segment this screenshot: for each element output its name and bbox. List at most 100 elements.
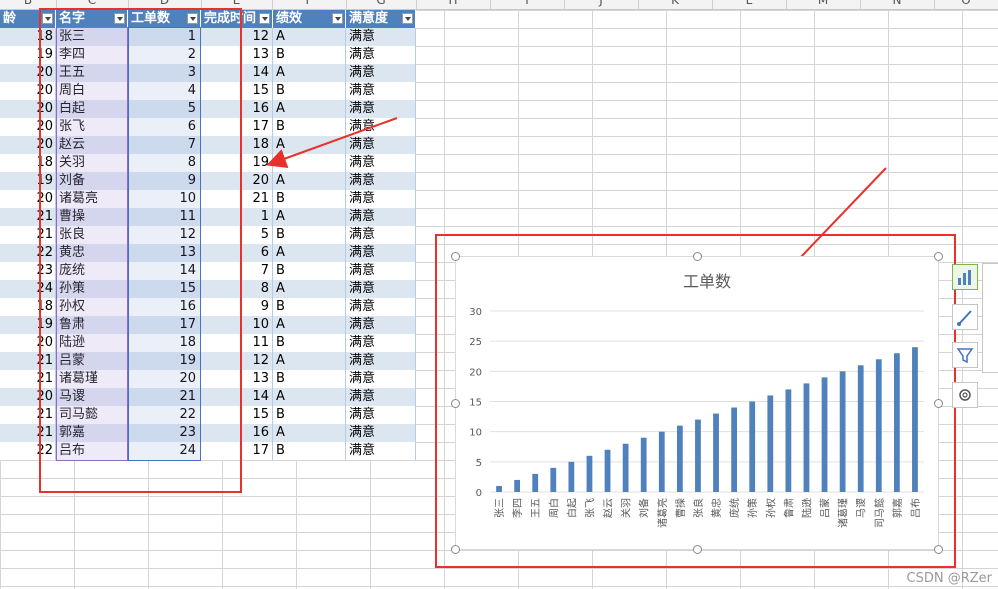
chart-filter-button[interactable]: [952, 342, 978, 368]
table-cell[interactable]: 满意: [346, 316, 416, 334]
chart-elements-popup[interactable]: [982, 263, 998, 373]
x-tick-label: 吕蒙: [819, 498, 832, 518]
table-cell[interactable]: 满意: [346, 154, 416, 172]
column-letter[interactable]: G: [346, 0, 417, 9]
table-cell[interactable]: 满意: [346, 280, 416, 298]
table-cell[interactable]: 满意: [346, 82, 416, 100]
table-cell[interactable]: 满意: [346, 244, 416, 262]
resize-handle-ml[interactable]: [451, 399, 460, 408]
table-cell[interactable]: A: [273, 388, 346, 406]
table-cell[interactable]: B: [273, 370, 346, 388]
chart-settings-button[interactable]: [952, 382, 978, 408]
column-letter[interactable]: I: [490, 0, 565, 9]
column-letter[interactable]: N: [860, 0, 935, 9]
header-label: 绩效: [276, 11, 303, 26]
annotation-box-columns: [39, 8, 242, 493]
x-tick-label: 郭嘉: [891, 498, 904, 518]
table-cell[interactable]: 满意: [346, 136, 416, 154]
x-tick-label: 司马懿: [873, 498, 886, 528]
table-cell[interactable]: A: [273, 280, 346, 298]
filter-dropdown-icon[interactable]: [259, 13, 270, 24]
column-letter[interactable]: F: [272, 0, 347, 9]
table-cell[interactable]: A: [273, 208, 346, 226]
table-cell[interactable]: A: [273, 424, 346, 442]
table-cell[interactable]: 满意: [346, 388, 416, 406]
column-letter[interactable]: H: [416, 0, 491, 9]
bar: [749, 401, 756, 492]
table-cell[interactable]: 满意: [346, 46, 416, 64]
bar: [767, 395, 774, 492]
table-cell[interactable]: 满意: [346, 64, 416, 82]
x-tick-label: 张良: [692, 498, 705, 518]
y-tick-label: 5: [476, 458, 482, 469]
column-letter[interactable]: J: [564, 0, 639, 9]
table-cell[interactable]: 满意: [346, 406, 416, 424]
table-cell[interactable]: 满意: [346, 298, 416, 316]
table-cell[interactable]: B: [273, 46, 346, 64]
column-letter[interactable]: O: [934, 0, 998, 9]
x-tick-label: 张飞: [584, 498, 596, 518]
table-cell[interactable]: A: [273, 100, 346, 118]
chart-elements-button[interactable]: [952, 264, 978, 290]
resize-handle-bc[interactable]: [693, 545, 702, 554]
header-label: 龄: [3, 11, 17, 26]
bar: [839, 371, 846, 492]
table-cell[interactable]: 满意: [346, 370, 416, 388]
bar: [803, 383, 810, 492]
chart-styles-icon: [957, 310, 972, 326]
table-cell[interactable]: 满意: [346, 118, 416, 136]
bar: [550, 467, 557, 492]
table-cell[interactable]: A: [273, 64, 346, 82]
resize-handle-bl[interactable]: [451, 545, 460, 554]
x-tick-label: 刘备: [638, 498, 651, 518]
bar: [658, 431, 665, 492]
table-cell[interactable]: A: [273, 28, 346, 46]
table-cell[interactable]: B: [273, 262, 346, 280]
bar: [857, 365, 864, 492]
table-cell[interactable]: B: [273, 406, 346, 424]
resize-handle-mr[interactable]: [934, 399, 943, 408]
table-cell[interactable]: A: [273, 172, 346, 190]
table-cell[interactable]: B: [273, 190, 346, 208]
table-cell[interactable]: A: [273, 352, 346, 370]
table-cell[interactable]: 满意: [346, 28, 416, 46]
table-cell[interactable]: A: [273, 244, 346, 262]
x-tick-label: 王五: [531, 498, 542, 518]
table-cell[interactable]: B: [273, 118, 346, 136]
table-cell[interactable]: 满意: [346, 352, 416, 370]
column-letter[interactable]: L: [712, 0, 787, 9]
x-tick-label: 张三: [494, 498, 506, 518]
header-cell[interactable]: 满意度: [346, 10, 416, 28]
bar-chart[interactable]: 工单数 0 5 10 15 20 25 30 张三 李四 王五 周白 白起 张飞 赵云 关羽 刘备 诸葛亮 曹操 张良…: [455, 256, 939, 550]
chart-canvas: 工单数 0 5 10 15 20 25 30 张三 李四 王五 周白 白起 张飞 赵云 关羽 刘备 诸葛亮 曹操 张良…: [469, 272, 924, 528]
table-cell[interactable]: 满意: [346, 442, 416, 460]
resize-handle-br[interactable]: [934, 545, 943, 554]
table-cell[interactable]: 满意: [346, 334, 416, 352]
header-cell[interactable]: 绩效: [273, 10, 346, 28]
table-cell[interactable]: B: [273, 154, 346, 172]
table-cell[interactable]: A: [273, 136, 346, 154]
table-cell[interactable]: B: [273, 82, 346, 100]
table-cell[interactable]: A: [273, 316, 346, 334]
x-tick-label: 周白: [547, 498, 560, 518]
table-cell[interactable]: 满意: [346, 100, 416, 118]
table-cell[interactable]: B: [273, 442, 346, 460]
chart-styles-button[interactable]: [952, 304, 978, 330]
table-cell[interactable]: 满意: [346, 208, 416, 226]
column-letter[interactable]: K: [638, 0, 713, 9]
table-cell[interactable]: 满意: [346, 172, 416, 190]
x-tick-label: 关羽: [620, 498, 633, 518]
table-cell[interactable]: 满意: [346, 226, 416, 244]
resize-handle-tc[interactable]: [693, 252, 702, 261]
filter-dropdown-icon[interactable]: [402, 13, 413, 24]
table-cell[interactable]: B: [273, 334, 346, 352]
column-letter[interactable]: M: [786, 0, 861, 9]
filter-dropdown-icon[interactable]: [332, 13, 343, 24]
table-cell[interactable]: 满意: [346, 262, 416, 280]
resize-handle-tr[interactable]: [934, 252, 943, 261]
table-cell[interactable]: B: [273, 226, 346, 244]
table-cell[interactable]: B: [273, 298, 346, 316]
table-cell[interactable]: 满意: [346, 424, 416, 442]
resize-handle-tl[interactable]: [451, 252, 460, 261]
table-cell[interactable]: 满意: [346, 190, 416, 208]
